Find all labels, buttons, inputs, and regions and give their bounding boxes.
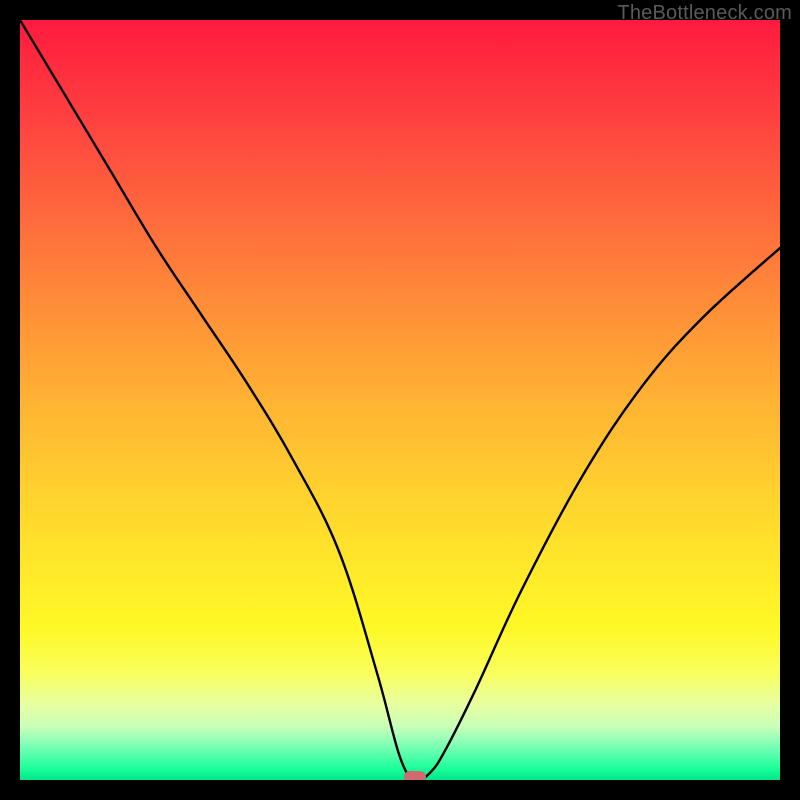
minimum-marker bbox=[404, 771, 426, 780]
chart-stage: TheBottleneck.com bbox=[0, 0, 800, 800]
plot-area bbox=[20, 20, 780, 780]
bottleneck-curve bbox=[20, 20, 780, 780]
